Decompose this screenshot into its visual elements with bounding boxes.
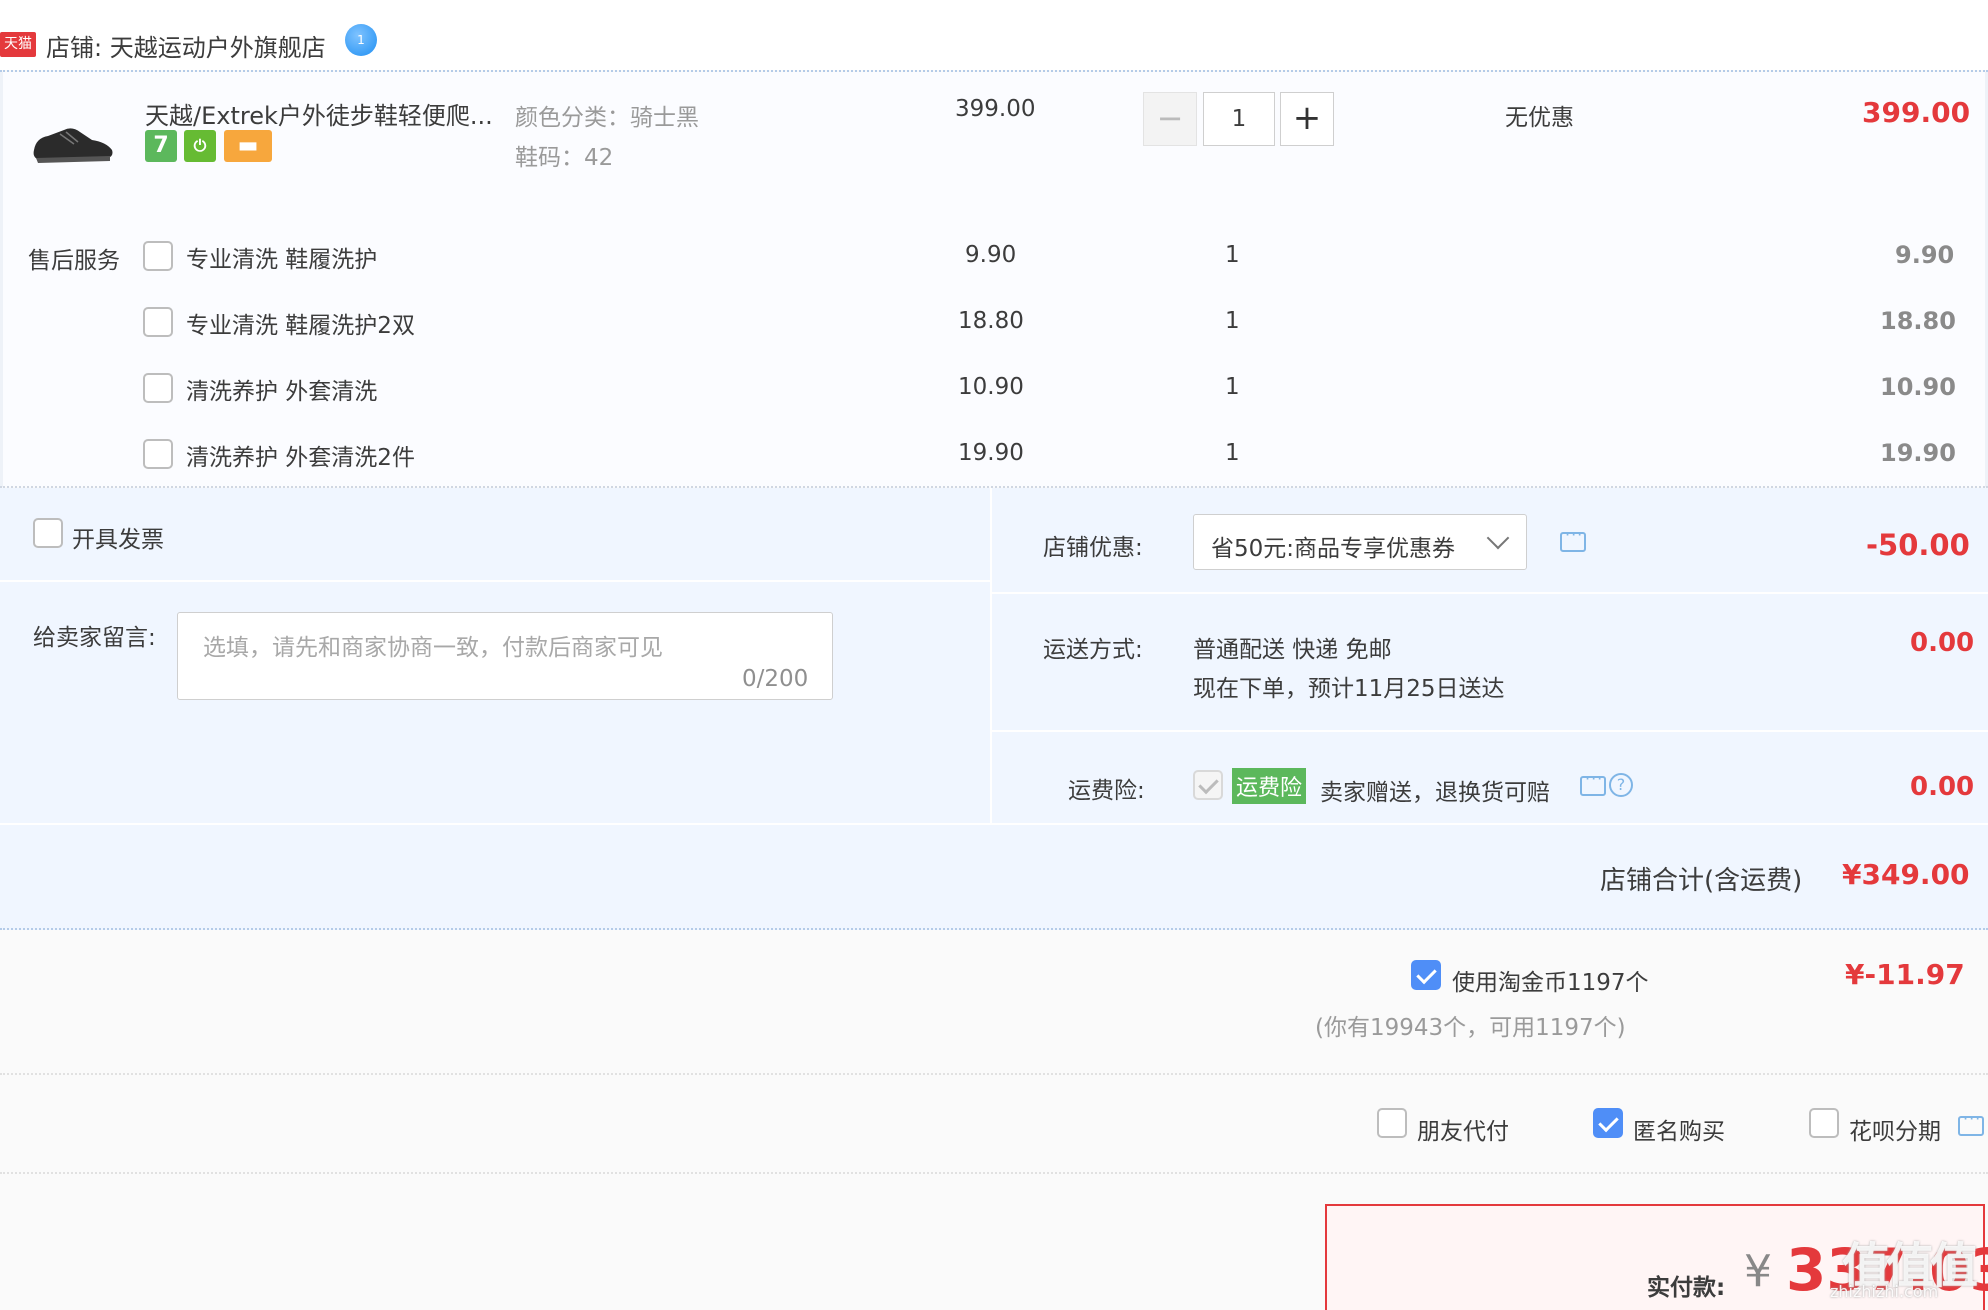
service-checkbox[interactable] (143, 439, 173, 469)
service-total: 19.90 (1880, 439, 1956, 467)
divider (0, 1172, 1988, 1174)
anonymous-label[interactable]: 匿名购买 (1633, 1112, 1725, 1146)
divider (992, 730, 1988, 732)
service-name: 专业清洗 鞋履洗护2双 (186, 313, 415, 339)
service-total: 18.80 (1880, 307, 1956, 335)
store-total-amount: ¥349.00 (1842, 858, 1970, 891)
service-qty: 1 (1225, 308, 1240, 334)
service-checkbox[interactable] (143, 373, 173, 403)
store-coupon-value: 省50元:商品专享优惠券 (1211, 536, 1456, 562)
chat-bubble-icon[interactable] (1580, 769, 1606, 796)
insurance-label: 运费险: (1068, 778, 1145, 804)
message-label: 给卖家留言: (33, 625, 156, 651)
payment-label: 实付款: (1647, 1275, 1726, 1301)
shipping-label: 运送方式: (1043, 637, 1143, 663)
card-icon: ▬ (224, 130, 272, 162)
service-price: 9.90 (965, 242, 1017, 268)
help-icon[interactable]: ? (1609, 773, 1633, 797)
divider (990, 488, 992, 823)
message-placeholder: 选填，请先和商家协商一致，付款后商家可见 (203, 635, 663, 661)
seven-day-return-badge: 7 (145, 130, 177, 162)
quantity-decrease-button[interactable]: − (1143, 92, 1197, 146)
shipping-amount: 0.00 (1910, 628, 1975, 658)
tmall-logo: 天猫 (0, 32, 36, 57)
divider (0, 580, 990, 582)
sku-color: 颜色分类：骑士黑 (515, 105, 699, 131)
insurance-checkbox (1193, 770, 1223, 800)
service-price: 10.90 (958, 374, 1024, 400)
product-thumbnail[interactable] (30, 120, 116, 168)
divider (0, 928, 1988, 930)
discount-text: 无优惠 (1505, 105, 1574, 131)
invoice-checkbox[interactable] (33, 518, 63, 548)
insurance-amount: 0.00 (1910, 772, 1975, 802)
quantity-increase-button[interactable]: + (1280, 92, 1334, 146)
service-qty: 1 (1225, 440, 1240, 466)
after-sales-label: 售后服务 (28, 248, 120, 274)
service-name: 专业清洗 鞋履洗护 (186, 247, 378, 273)
coins-amount: ¥-11.97 (1845, 958, 1965, 991)
store-total-label: 店铺合计(含运费) (1600, 866, 1803, 896)
sku-size: 鞋码：42 (515, 145, 614, 171)
anonymous-checkbox[interactable] (1593, 1108, 1623, 1138)
insurance-text: 卖家赠送，退换货可赔 (1320, 780, 1550, 806)
message-char-count: 0/200 (742, 666, 809, 692)
shipping-method: 普通配送 快递 免邮 (1193, 637, 1392, 663)
service-qty: 1 (1225, 242, 1240, 268)
watermark-domain: zhizhizhi.com (1830, 1282, 1939, 1301)
service-qty: 1 (1225, 374, 1240, 400)
service-price: 19.90 (958, 440, 1024, 466)
invoice-label[interactable]: 开具发票 (72, 520, 164, 554)
product-title-link[interactable]: 天越/Extrek户外徒步鞋轻便爬... (145, 96, 493, 131)
plug-icon: ⏻ (184, 130, 216, 162)
store-coupon-label: 店铺优惠: (1043, 535, 1143, 561)
chat-bubble-icon[interactable] (1560, 525, 1586, 552)
wangwang-chat-icon[interactable]: 1 (345, 24, 377, 56)
service-name: 清洗养护 外套清洗2件 (186, 445, 415, 471)
huabei-label[interactable]: 花呗分期 (1849, 1112, 1941, 1146)
line-total: 399.00 (1862, 96, 1971, 129)
store-coupon-amount: -50.00 (1866, 528, 1970, 562)
service-checkbox[interactable] (143, 307, 173, 337)
friend-pay-label[interactable]: 朋友代付 (1417, 1112, 1509, 1146)
coins-hint: (你有19943个，可用1197个) (1315, 1015, 1626, 1041)
divider (0, 823, 1988, 825)
product-section (0, 72, 1988, 487)
insurance-tag: 运费险 (1232, 768, 1307, 804)
service-price: 18.80 (958, 308, 1024, 334)
friend-pay-checkbox[interactable] (1377, 1108, 1407, 1138)
service-name: 清洗养护 外套清洗 (186, 379, 378, 405)
service-total: 10.90 (1880, 373, 1956, 401)
quantity-input[interactable]: 1 (1203, 92, 1275, 146)
chat-bubble-icon[interactable] (1958, 1109, 1984, 1136)
use-coins-label[interactable]: 使用淘金币1197个 (1452, 963, 1649, 997)
service-total: 9.90 (1895, 241, 1955, 269)
divider (992, 592, 1988, 594)
unit-price: 399.00 (955, 96, 1036, 122)
payment-currency: ¥ (1744, 1246, 1772, 1297)
huabei-checkbox[interactable] (1809, 1108, 1839, 1138)
service-checkbox[interactable] (143, 241, 173, 271)
use-coins-checkbox[interactable] (1411, 960, 1441, 990)
divider (0, 1073, 1988, 1075)
store-name-link[interactable]: 店铺: 天越运动户外旗舰店 (46, 28, 326, 63)
shipping-eta: 现在下单，预计11月25日送达 (1193, 676, 1505, 702)
